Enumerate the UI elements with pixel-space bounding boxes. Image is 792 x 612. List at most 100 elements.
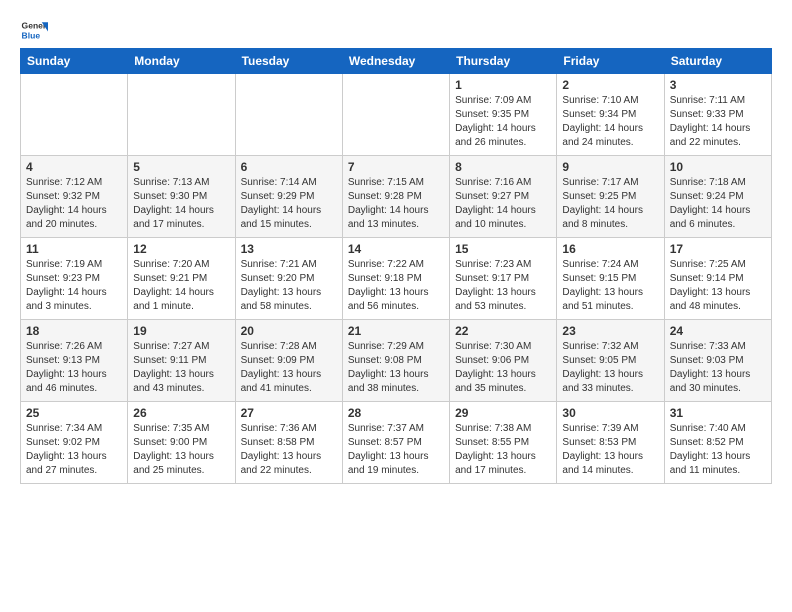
day-number: 1 (455, 78, 551, 92)
day-number: 8 (455, 160, 551, 174)
day-number: 22 (455, 324, 551, 338)
calendar-cell: 16Sunrise: 7:24 AM Sunset: 9:15 PM Dayli… (557, 238, 664, 320)
calendar-cell: 13 Sunrise: 7:21 AM Sunset: 9:20 PM Dayli… (235, 238, 342, 320)
calendar-cell: 21Sunrise: 7:29 AM Sunset: 9:08 PM Dayli… (342, 320, 449, 402)
day-number: 15 (455, 242, 551, 256)
day-number: 17 (670, 242, 766, 256)
day-info: Sunrise: 7:40 AM Sunset: 8:52 PM Dayligh… (670, 422, 766, 478)
calendar-cell: 28 Sunrise: 7:37 AM Sunset: 8:57 PM Dayli… (342, 402, 449, 484)
calendar-cell: 30 Sunrise: 7:39 AM Sunset: 8:53 PM Dayli… (557, 402, 664, 484)
calendar-table: SundayMondayTuesdayWednesdayThursdayFrid… (20, 48, 772, 484)
day-number: 18 (26, 324, 122, 338)
day-info: Sunrise: 7:20 AM Sunset: 9:21 PM Dayligh… (133, 258, 229, 314)
day-info: Sunrise: 7:30 AM Sunset: 9:06 PM Dayligh… (455, 340, 551, 396)
calendar-cell: 20Sunrise: 7:28 AM Sunset: 9:09 PM Dayli… (235, 320, 342, 402)
weekday-header: Wednesday (342, 49, 449, 74)
weekday-header: Friday (557, 49, 664, 74)
calendar-week-row: 1 Sunrise: 7:09 AM Sunset: 9:35 PM Daylig… (21, 74, 772, 156)
day-info: Sunrise: 7:34 AM Sunset: 9:02 PM Dayligh… (26, 422, 122, 478)
calendar-cell: 24 Sunrise: 7:33 AM Sunset: 9:03 PM Dayli… (664, 320, 771, 402)
calendar-cell: 12 Sunrise: 7:20 AM Sunset: 9:21 PM Dayli… (128, 238, 235, 320)
weekday-header: Thursday (450, 49, 557, 74)
day-info: Sunrise: 7:26 AM Sunset: 9:13 PM Dayligh… (26, 340, 122, 396)
day-number: 10 (670, 160, 766, 174)
weekday-header: Sunday (21, 49, 128, 74)
day-number: 25 (26, 406, 122, 420)
calendar-cell: 26Sunrise: 7:35 AM Sunset: 9:00 PM Dayli… (128, 402, 235, 484)
day-number: 30 (562, 406, 658, 420)
day-number: 13 (241, 242, 337, 256)
weekday-header: Tuesday (235, 49, 342, 74)
day-number: 2 (562, 78, 658, 92)
day-number: 19 (133, 324, 229, 338)
day-number: 27 (241, 406, 337, 420)
calendar-header-row: SundayMondayTuesdayWednesdayThursdayFrid… (21, 49, 772, 74)
day-info: Sunrise: 7:37 AM Sunset: 8:57 PM Dayligh… (348, 422, 444, 478)
calendar-cell: 9 Sunrise: 7:17 AM Sunset: 9:25 PM Daylig… (557, 156, 664, 238)
weekday-header: Monday (128, 49, 235, 74)
calendar-cell: 6 Sunrise: 7:14 AM Sunset: 9:29 PM Daylig… (235, 156, 342, 238)
day-number: 29 (455, 406, 551, 420)
calendar-cell: 29 Sunrise: 7:38 AM Sunset: 8:55 PM Dayli… (450, 402, 557, 484)
calendar-week-row: 4 Sunrise: 7:12 AM Sunset: 9:32 PM Daylig… (21, 156, 772, 238)
day-info: Sunrise: 7:33 AM Sunset: 9:03 PM Dayligh… (670, 340, 766, 396)
day-info: Sunrise: 7:14 AM Sunset: 9:29 PM Dayligh… (241, 176, 337, 232)
day-info: Sunrise: 7:09 AM Sunset: 9:35 PM Dayligh… (455, 94, 551, 150)
day-info: Sunrise: 7:12 AM Sunset: 9:32 PM Dayligh… (26, 176, 122, 232)
calendar-cell (235, 74, 342, 156)
day-number: 4 (26, 160, 122, 174)
calendar-week-row: 11 Sunrise: 7:19 AM Sunset: 9:23 PM Dayli… (21, 238, 772, 320)
day-info: Sunrise: 7:19 AM Sunset: 9:23 PM Dayligh… (26, 258, 122, 314)
day-number: 12 (133, 242, 229, 256)
day-info: Sunrise: 7:38 AM Sunset: 8:55 PM Dayligh… (455, 422, 551, 478)
calendar-cell (128, 74, 235, 156)
calendar-cell: 22 Sunrise: 7:30 AM Sunset: 9:06 PM Dayli… (450, 320, 557, 402)
day-number: 31 (670, 406, 766, 420)
calendar-cell: 17 Sunrise: 7:25 AM Sunset: 9:14 PM Dayli… (664, 238, 771, 320)
logo-icon: General Blue (20, 16, 48, 44)
day-number: 26 (133, 406, 229, 420)
day-info: Sunrise: 7:22 AM Sunset: 9:18 PM Dayligh… (348, 258, 444, 314)
day-info: Sunrise: 7:23 AM Sunset: 9:17 PM Dayligh… (455, 258, 551, 314)
day-info: Sunrise: 7:10 AM Sunset: 9:34 PM Dayligh… (562, 94, 658, 150)
calendar-cell: 8Sunrise: 7:16 AM Sunset: 9:27 PM Daylig… (450, 156, 557, 238)
calendar-cell: 3 Sunrise: 7:11 AM Sunset: 9:33 PM Daylig… (664, 74, 771, 156)
calendar-cell: 31 Sunrise: 7:40 AM Sunset: 8:52 PM Dayli… (664, 402, 771, 484)
logo: General Blue (20, 16, 48, 44)
day-number: 24 (670, 324, 766, 338)
day-number: 28 (348, 406, 444, 420)
calendar-cell: 27Sunrise: 7:36 AM Sunset: 8:58 PM Dayli… (235, 402, 342, 484)
calendar-week-row: 25 Sunrise: 7:34 AM Sunset: 9:02 PM Dayli… (21, 402, 772, 484)
page-header: General Blue (20, 16, 772, 44)
day-number: 11 (26, 242, 122, 256)
day-info: Sunrise: 7:32 AM Sunset: 9:05 PM Dayligh… (562, 340, 658, 396)
day-info: Sunrise: 7:21 AM Sunset: 9:20 PM Dayligh… (241, 258, 337, 314)
calendar-cell: 11 Sunrise: 7:19 AM Sunset: 9:23 PM Dayli… (21, 238, 128, 320)
day-number: 3 (670, 78, 766, 92)
day-number: 5 (133, 160, 229, 174)
calendar-cell: 19Sunrise: 7:27 AM Sunset: 9:11 PM Dayli… (128, 320, 235, 402)
day-info: Sunrise: 7:11 AM Sunset: 9:33 PM Dayligh… (670, 94, 766, 150)
day-number: 6 (241, 160, 337, 174)
calendar-cell: 15 Sunrise: 7:23 AM Sunset: 9:17 PM Dayli… (450, 238, 557, 320)
day-info: Sunrise: 7:39 AM Sunset: 8:53 PM Dayligh… (562, 422, 658, 478)
day-info: Sunrise: 7:13 AM Sunset: 9:30 PM Dayligh… (133, 176, 229, 232)
calendar-cell (342, 74, 449, 156)
calendar-cell: 5 Sunrise: 7:13 AM Sunset: 9:30 PM Daylig… (128, 156, 235, 238)
day-info: Sunrise: 7:15 AM Sunset: 9:28 PM Dayligh… (348, 176, 444, 232)
day-number: 9 (562, 160, 658, 174)
day-info: Sunrise: 7:24 AM Sunset: 9:15 PM Dayligh… (562, 258, 658, 314)
calendar-cell: 1 Sunrise: 7:09 AM Sunset: 9:35 PM Daylig… (450, 74, 557, 156)
calendar-cell: 14Sunrise: 7:22 AM Sunset: 9:18 PM Dayli… (342, 238, 449, 320)
day-info: Sunrise: 7:29 AM Sunset: 9:08 PM Dayligh… (348, 340, 444, 396)
day-number: 23 (562, 324, 658, 338)
day-info: Sunrise: 7:18 AM Sunset: 9:24 PM Dayligh… (670, 176, 766, 232)
calendar-cell: 23 Sunrise: 7:32 AM Sunset: 9:05 PM Dayli… (557, 320, 664, 402)
calendar-cell: 4 Sunrise: 7:12 AM Sunset: 9:32 PM Daylig… (21, 156, 128, 238)
day-info: Sunrise: 7:17 AM Sunset: 9:25 PM Dayligh… (562, 176, 658, 232)
day-number: 20 (241, 324, 337, 338)
calendar-week-row: 18 Sunrise: 7:26 AM Sunset: 9:13 PM Dayli… (21, 320, 772, 402)
calendar-cell: 2 Sunrise: 7:10 AM Sunset: 9:34 PM Daylig… (557, 74, 664, 156)
calendar-cell: 10 Sunrise: 7:18 AM Sunset: 9:24 PM Dayli… (664, 156, 771, 238)
day-info: Sunrise: 7:25 AM Sunset: 9:14 PM Dayligh… (670, 258, 766, 314)
